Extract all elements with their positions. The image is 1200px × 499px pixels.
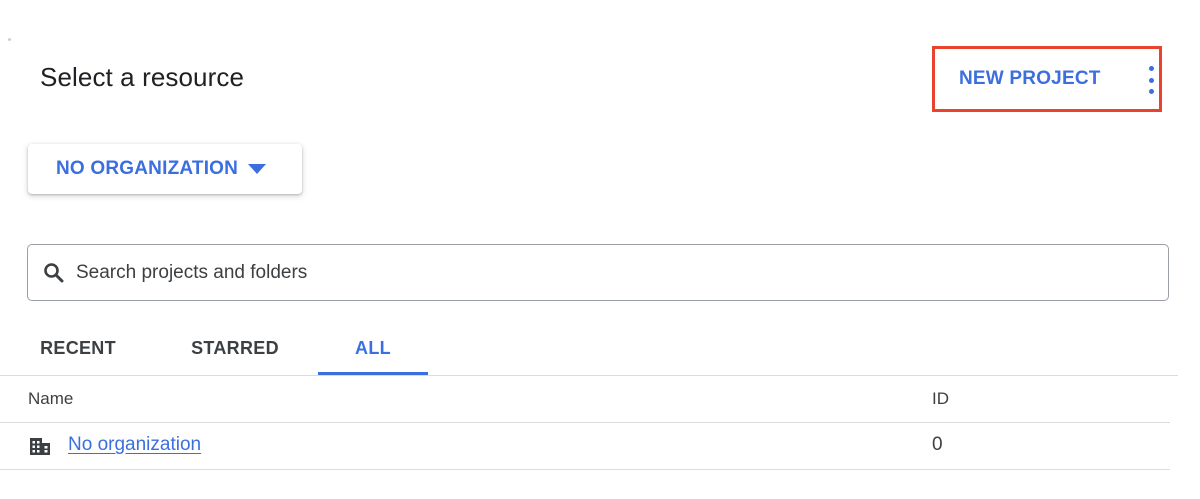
organization-selector-label: NO ORGANIZATION — [56, 158, 239, 179]
more-vert-icon[interactable] — [1145, 66, 1157, 94]
tab-recent[interactable]: RECENT — [40, 326, 116, 374]
search-input[interactable] — [74, 251, 1138, 294]
table-row[interactable]: No organization 0 — [0, 423, 1170, 470]
tab-starred[interactable]: STARRED — [190, 326, 280, 374]
resource-table: Name ID No organization 0 — [0, 376, 1170, 470]
tab-all[interactable]: ALL — [318, 326, 428, 374]
arrow-drop-down-icon — [248, 164, 267, 174]
column-header-id: ID — [932, 389, 949, 408]
kebab-dot — [1148, 66, 1154, 71]
new-project-highlight: NEW PROJECT — [932, 46, 1162, 112]
organization-building-icon — [30, 438, 50, 455]
kebab-dot — [1148, 89, 1154, 94]
search-icon — [44, 262, 64, 282]
search-box[interactable] — [27, 244, 1169, 301]
table-header: Name ID — [0, 376, 1170, 423]
organization-id: 0 — [932, 434, 943, 455]
page-title: Select a resource — [40, 62, 245, 92]
kebab-dot — [1148, 77, 1154, 83]
organization-link[interactable]: No organization — [68, 434, 201, 456]
resource-tabs: RECENT STARRED ALL — [0, 326, 1178, 376]
column-header-name: Name — [28, 389, 74, 408]
dialog-corner-mark — [8, 38, 11, 41]
organization-selector-button[interactable]: NO ORGANIZATION — [28, 144, 302, 194]
new-project-button[interactable]: NEW PROJECT — [955, 63, 1105, 95]
resource-picker-dialog: Select a resource NEW PROJECT NO ORGANIZ… — [0, 0, 1200, 499]
